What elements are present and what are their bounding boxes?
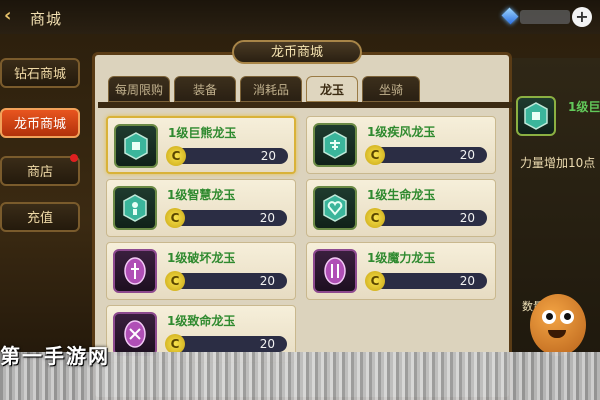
mascot-icon xyxy=(530,294,586,356)
item-price-value: 20 xyxy=(259,337,275,351)
item-name: 1级疾风龙玉 xyxy=(367,125,436,139)
destruction-jade-icon xyxy=(124,257,146,285)
item-price: C 20 xyxy=(166,146,288,166)
mascot-mouth xyxy=(548,330,566,338)
sidebar-item-label: 商店 xyxy=(26,165,53,180)
item-icon-frame xyxy=(313,186,357,230)
tab-mount[interactable]: 坐骑 xyxy=(362,76,420,102)
item-price-value: 20 xyxy=(459,274,475,288)
sidebar-item-label: 充值 xyxy=(26,211,53,226)
magic-jade-icon xyxy=(324,257,346,285)
dragon-coin-icon: C xyxy=(365,208,385,228)
dragon-coin-icon: C xyxy=(165,271,185,291)
item-price-value: 20 xyxy=(259,211,275,225)
sidebar-item-recharge[interactable]: 充值 xyxy=(0,202,80,232)
mascot-eye xyxy=(560,310,574,324)
item-name: 1级致命龙玉 xyxy=(167,314,236,328)
tab-dragon-jade[interactable]: 龙玉 xyxy=(306,76,358,102)
item-card-destruction-jade[interactable]: 1级破坏龙玉 C 20 xyxy=(106,242,296,300)
item-price: C 20 xyxy=(165,271,287,291)
detail-icon-frame xyxy=(516,96,556,136)
item-price-value: 20 xyxy=(459,148,475,162)
bear-jade-icon xyxy=(524,102,548,130)
sidebar-item-store[interactable]: 商店 xyxy=(0,154,80,186)
item-price-value: 20 xyxy=(259,274,275,288)
dragon-coin-icon: C xyxy=(365,271,385,291)
page-title: 商城 xyxy=(30,10,63,28)
detail-description: 力量增加10点 xyxy=(520,156,596,170)
item-price: C 20 xyxy=(365,145,487,165)
item-name: 1级智慧龙玉 xyxy=(167,188,236,202)
mascot-eye xyxy=(542,310,556,324)
item-icon-frame xyxy=(113,186,157,230)
sidebar-item-label: 龙币商城 xyxy=(13,117,66,132)
watermark: 第一手游网 xyxy=(0,344,110,368)
wind-jade-icon xyxy=(323,131,347,159)
item-name: 1级巨熊龙玉 xyxy=(168,126,237,140)
alert-dot-icon xyxy=(70,154,78,162)
tab-equipment[interactable]: 装备 xyxy=(174,76,236,102)
chevron-left-icon[interactable]: ‹ xyxy=(4,6,22,26)
top-bar: ‹ 商城 + xyxy=(0,0,600,34)
game-shop-screen: ‹ 商城 + 钻石商城 龙币商城 商店 充值 龙币商城 每周限购 装备 消耗品 … xyxy=(0,0,600,400)
item-icon-frame xyxy=(113,249,157,293)
sidebar-item-diamond-shop[interactable]: 钻石商城 xyxy=(0,58,80,88)
dragon-coin-icon: C xyxy=(365,145,385,165)
detail-item-name: 1级巨 xyxy=(568,100,600,114)
item-icon-frame xyxy=(313,123,357,167)
item-price: C 20 xyxy=(365,271,487,291)
currency-amount-bar xyxy=(520,10,570,24)
tab-weekly-limit[interactable]: 每周限购 xyxy=(108,76,170,102)
sidebar-item-dragon-coin-shop[interactable]: 龙币商城 xyxy=(0,108,80,138)
dragon-coin-icon: C xyxy=(165,208,185,228)
bear-jade-icon xyxy=(124,132,148,160)
panel-title: 龙币商城 xyxy=(232,40,362,64)
item-card-heart-jade[interactable]: 1级生命龙玉 C 20 xyxy=(306,179,496,237)
item-card-wisdom-jade[interactable]: 1级智慧龙玉 C 20 xyxy=(106,179,296,237)
item-price-value: 20 xyxy=(260,149,276,163)
item-name: 1级生命龙玉 xyxy=(367,188,436,202)
currency-widget: + xyxy=(498,7,594,27)
item-price-value: 20 xyxy=(459,211,475,225)
item-card-magic-jade[interactable]: 1级魔力龙玉 C 20 xyxy=(306,242,496,300)
item-price: C 20 xyxy=(165,334,287,354)
item-icon-frame xyxy=(114,124,158,168)
item-price: C 20 xyxy=(365,208,487,228)
item-name: 1级魔力龙玉 xyxy=(367,251,436,265)
tab-consumables[interactable]: 消耗品 xyxy=(240,76,302,102)
item-card-wind-jade[interactable]: 1级疾风龙玉 C 20 xyxy=(306,116,496,174)
blue-gem-icon xyxy=(501,7,519,25)
item-price: C 20 xyxy=(165,208,287,228)
sidebar-item-label: 钻石商城 xyxy=(13,67,66,82)
heart-jade-icon xyxy=(323,194,347,222)
wisdom-jade-icon xyxy=(123,194,147,222)
item-card-bear-jade[interactable]: 1级巨熊龙玉 C 20 xyxy=(106,116,296,174)
dragon-coin-icon: C xyxy=(166,146,186,166)
item-name: 1级破坏龙玉 xyxy=(167,251,236,265)
plus-icon[interactable]: + xyxy=(572,7,592,27)
item-icon-frame xyxy=(313,249,357,293)
